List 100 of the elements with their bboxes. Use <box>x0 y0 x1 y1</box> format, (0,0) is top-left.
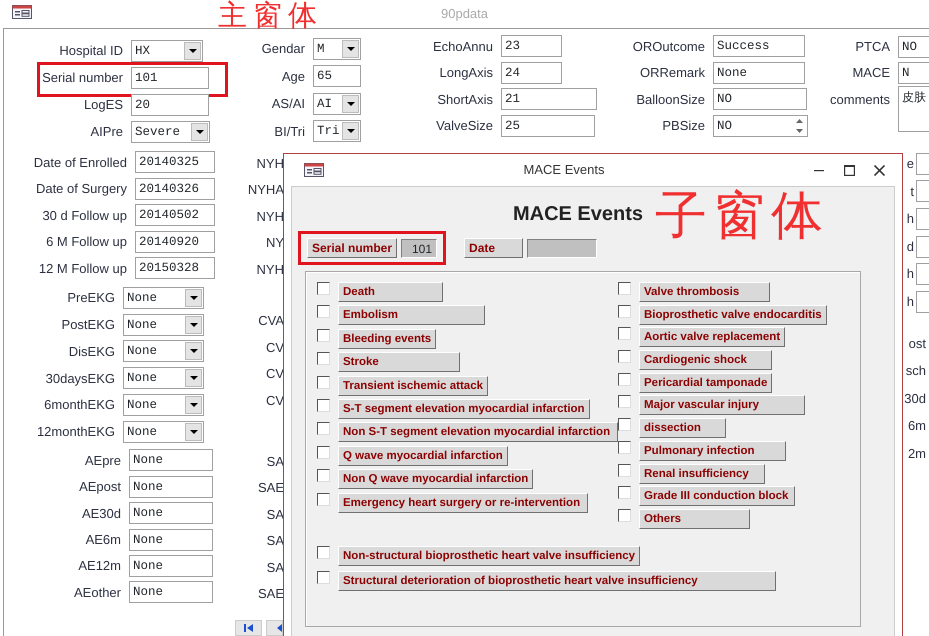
event-button[interactable]: Stroke <box>338 352 460 372</box>
dropdown-arrow-icon[interactable] <box>190 296 198 300</box>
dropdown-arrow-icon[interactable] <box>346 102 354 106</box>
text-field[interactable]: 101 <box>131 66 209 88</box>
text-field[interactable]: 20150328 <box>135 257 215 280</box>
checkbox[interactable] <box>317 352 330 366</box>
text-field[interactable]: 23 <box>501 35 562 58</box>
previous-record-button[interactable] <box>266 620 283 636</box>
event-button[interactable]: Non Q wave myocardial infarction <box>338 469 534 490</box>
serial-number-field[interactable]: 101 <box>401 238 438 258</box>
dropdown-arrow-icon[interactable] <box>190 349 198 354</box>
combo-box[interactable]: HX <box>131 40 203 62</box>
event-button[interactable]: Aortic valve replacement <box>639 327 786 348</box>
checkbox[interactable] <box>618 372 631 386</box>
event-button[interactable]: Bioprosthetic valve endocarditis <box>639 304 827 325</box>
checkbox[interactable] <box>618 464 631 476</box>
checkbox[interactable] <box>618 418 631 432</box>
date-field[interactable] <box>527 238 598 258</box>
event-button[interactable]: Pulmonary infection <box>639 440 786 461</box>
checkbox[interactable] <box>317 305 330 318</box>
checkbox[interactable] <box>618 440 631 454</box>
event-button[interactable]: Valve thrombosis <box>639 282 770 302</box>
text-field[interactable]: NO <box>713 88 807 110</box>
combo-box[interactable]: AI <box>313 92 361 115</box>
checkbox[interactable] <box>317 282 330 295</box>
event-button[interactable]: Non-structural bioprosthetic heart valve insufficiency <box>338 546 640 566</box>
text-field[interactable]: None <box>713 62 805 84</box>
event-button[interactable]: Major vascular injury <box>639 395 805 416</box>
checkbox[interactable] <box>317 446 330 459</box>
event-button[interactable]: Structural deterioration of bioprosthetic heart valve insufficiency <box>338 570 776 591</box>
text-field[interactable]: None <box>129 476 213 498</box>
text-field[interactable]: 25 <box>501 114 595 137</box>
field-label: AEpost <box>78 478 122 496</box>
text-field[interactable]: None <box>129 528 213 551</box>
checkbox[interactable] <box>317 376 330 389</box>
combo-box[interactable]: None <box>123 314 204 336</box>
event-button[interactable]: Grade III conduction block <box>639 486 795 506</box>
spin-field[interactable]: NO <box>713 114 808 137</box>
combo-box[interactable]: Severe <box>131 120 210 142</box>
event-button[interactable]: Others <box>639 508 750 529</box>
event-button[interactable]: S-T segment elevation myocardial infarction <box>338 398 590 419</box>
event-button[interactable]: Q wave myocardial infarction <box>338 446 508 466</box>
checkbox[interactable] <box>618 282 631 295</box>
checkbox[interactable] <box>618 508 631 522</box>
event-button[interactable]: dissection <box>639 418 726 438</box>
dropdown-arrow-icon[interactable] <box>346 129 354 134</box>
event-button[interactable]: Embolism <box>338 305 485 326</box>
dropdown-arrow-icon[interactable] <box>190 403 198 408</box>
spin-down-icon[interactable] <box>796 128 802 133</box>
event-button[interactable]: Emergency heart surgery or re-intervention <box>338 492 588 513</box>
checkbox[interactable] <box>317 546 330 559</box>
spin-up-icon[interactable] <box>796 118 802 123</box>
combo-box[interactable]: M <box>313 38 361 60</box>
text-field[interactable]: None <box>129 581 213 604</box>
combo-box[interactable]: None <box>123 367 204 390</box>
event-button[interactable]: Death <box>338 282 443 302</box>
text-field[interactable]: Success <box>713 35 805 58</box>
dropdown-arrow-icon[interactable] <box>190 322 198 327</box>
checkbox[interactable] <box>618 304 631 318</box>
text-field[interactable]: 20140502 <box>135 204 215 226</box>
combo-box[interactable]: None <box>123 394 204 416</box>
checkbox[interactable] <box>317 398 330 412</box>
text-field[interactable]: 20140326 <box>135 178 215 200</box>
checkbox[interactable] <box>317 492 330 506</box>
text-field[interactable]: 20 <box>131 94 209 116</box>
combo-box[interactable]: None <box>123 340 204 362</box>
text-field[interactable]: 24 <box>501 62 562 84</box>
event-button[interactable]: Transient ischemic attack <box>338 376 488 396</box>
text-field[interactable]: N <box>898 62 929 84</box>
event-button[interactable]: Renal insufficiency <box>639 464 765 484</box>
text-field[interactable]: 20140325 <box>135 151 215 174</box>
checkbox[interactable] <box>317 469 330 482</box>
combo-box[interactable]: None <box>123 286 204 309</box>
dropdown-arrow-icon[interactable] <box>188 48 196 52</box>
checkbox[interactable] <box>317 422 330 436</box>
text-field[interactable]: 65 <box>313 65 361 88</box>
combo-box[interactable]: Tri <box>313 120 361 142</box>
first-record-button[interactable] <box>235 620 262 636</box>
event-button[interactable]: Cardiogenic shock <box>639 350 772 370</box>
dropdown-arrow-icon[interactable] <box>346 46 354 51</box>
event-button[interactable]: Pericardial tamponade <box>639 372 772 393</box>
text-field[interactable]: None <box>129 555 213 578</box>
combo-box[interactable]: None <box>123 420 204 443</box>
event-button[interactable]: Bleeding events <box>338 328 436 349</box>
checkbox[interactable] <box>317 328 330 342</box>
text-field[interactable]: None <box>129 449 213 472</box>
event-button[interactable]: Non S-T segment elevation myocardial infarction <box>338 422 618 442</box>
memo-field[interactable]: 皮肤 <box>898 86 929 132</box>
text-field[interactable]: 20140920 <box>135 230 215 253</box>
text-field[interactable]: None <box>129 502 213 524</box>
checkbox[interactable] <box>618 486 631 500</box>
text-field[interactable]: 21 <box>501 88 597 110</box>
checkbox[interactable] <box>618 327 631 340</box>
dropdown-arrow-icon[interactable] <box>196 130 204 134</box>
checkbox[interactable] <box>618 350 631 364</box>
text-field[interactable]: NO <box>898 36 929 58</box>
dropdown-arrow-icon[interactable] <box>190 430 198 434</box>
dropdown-arrow-icon[interactable] <box>190 376 198 380</box>
checkbox[interactable] <box>618 395 631 408</box>
checkbox[interactable] <box>317 570 330 584</box>
